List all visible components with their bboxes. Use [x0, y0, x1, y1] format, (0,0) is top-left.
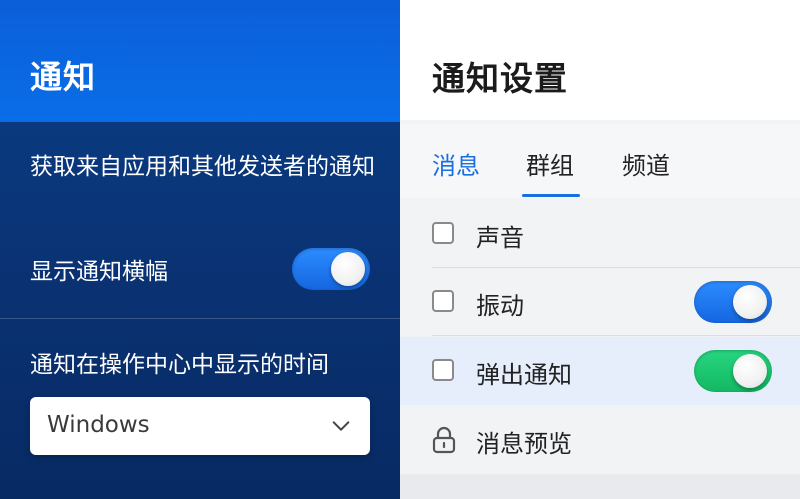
show-banner-label: 显示通知横幅: [30, 259, 168, 285]
tab-messages[interactable]: 消息: [432, 146, 480, 181]
notifications-description: 获取来自应用和其他发送者的通知: [30, 154, 375, 180]
setting-row-message-preview[interactable]: 消息预览: [400, 406, 800, 474]
toggle-knob: [733, 285, 767, 319]
bottom-strip: [400, 474, 800, 499]
popup-toggle[interactable]: [694, 350, 772, 392]
setting-row-vibrate[interactable]: 振动: [400, 268, 800, 336]
toggle-knob: [331, 252, 365, 286]
page-title: 通知: [30, 58, 97, 96]
message-preview-label: 消息预览: [476, 430, 572, 458]
divider: [432, 335, 800, 336]
tab-active-indicator: [522, 194, 580, 197]
sound-label: 声音: [476, 224, 524, 252]
tab-channels[interactable]: 频道: [622, 146, 670, 181]
settings-tabs: 消息 群组 频道: [400, 124, 800, 198]
sound-checkbox[interactable]: [432, 222, 454, 244]
setting-row-sound[interactable]: 声音: [400, 200, 800, 268]
popup-label: 弹出通知: [476, 361, 572, 389]
display-time-value: Windows: [47, 412, 150, 438]
tab-groups[interactable]: 群组: [526, 146, 574, 181]
settings-header: 通知设置: [400, 0, 800, 120]
setting-row-popup[interactable]: 弹出通知: [400, 337, 800, 405]
settings-title: 通知设置: [432, 59, 568, 98]
display-time-select[interactable]: Windows: [30, 397, 370, 455]
notifications-panel: 通知 获取来自应用和其他发送者的通知 显示通知横幅 通知在操作中心中显示的时间 …: [0, 0, 400, 499]
vibrate-toggle[interactable]: [694, 281, 772, 323]
show-banner-toggle[interactable]: [292, 248, 370, 290]
notification-settings-panel: 通知设置 消息 群组 频道 声音 振动 弹出通知 消息预览: [400, 0, 800, 499]
toggle-knob: [733, 354, 767, 388]
lock-icon: [432, 426, 456, 454]
popup-checkbox[interactable]: [432, 359, 454, 381]
divider: [0, 318, 400, 319]
vibrate-label: 振动: [476, 292, 524, 320]
chevron-down-icon: [332, 421, 350, 431]
display-time-label: 通知在操作中心中显示的时间: [30, 352, 329, 378]
notifications-header: 通知: [0, 0, 400, 122]
vibrate-checkbox[interactable]: [432, 290, 454, 312]
